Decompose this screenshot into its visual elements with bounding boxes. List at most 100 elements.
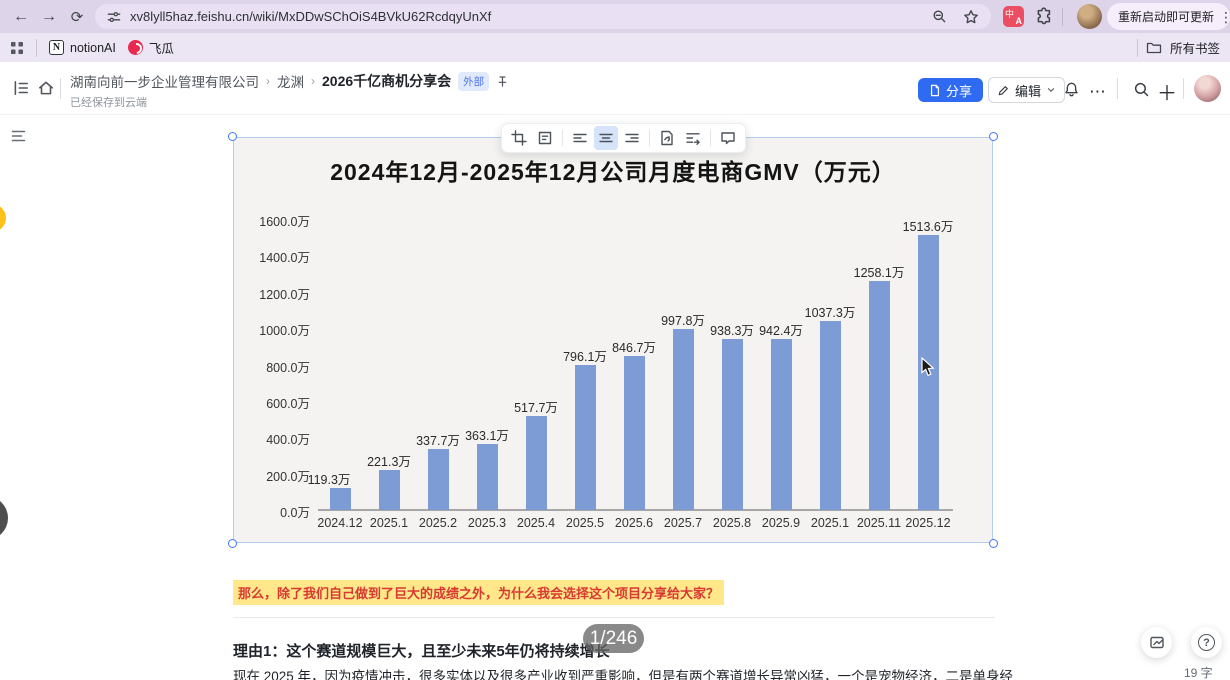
y-axis-tick: 400.0万: [266, 433, 310, 448]
feishu-header: 湖南向前一步企业管理有限公司 › 龙渊 › 2026千亿商机分享会 外部 已经保…: [0, 62, 1230, 115]
header-divider-3: [1183, 78, 1184, 99]
back-icon[interactable]: ←: [8, 4, 34, 30]
save-status: 已经保存到云端: [70, 97, 147, 109]
help-icon[interactable]: ?: [1191, 627, 1222, 658]
bar-value-label: 517.7万: [514, 400, 558, 415]
search-icon[interactable]: [1128, 76, 1154, 102]
browser-profile-avatar[interactable]: [1077, 4, 1102, 29]
bookmarks-bar: N notionAI 飞瓜 所有书签: [0, 33, 1230, 62]
folder-icon: [1146, 41, 1162, 55]
toolbar-divider: [710, 130, 711, 146]
bar-2025.4: [525, 415, 547, 510]
forward-icon[interactable]: →: [36, 4, 62, 30]
translate-extension-icon[interactable]: 中A: [1003, 6, 1024, 27]
edit-button[interactable]: 编辑: [988, 77, 1066, 103]
y-axis-tick: 1600.0万: [259, 215, 310, 229]
wiki-tree-icon[interactable]: [8, 75, 34, 101]
body-paragraph[interactable]: 现在 2025 年，因为疫情冲击，很多实体以及很多产业收到严重影响，但是有两个赛…: [233, 665, 1013, 680]
home-icon[interactable]: [33, 75, 59, 101]
plus-icon[interactable]: ＋: [1157, 77, 1177, 106]
breadcrumb-org[interactable]: 湖南向前一步企业管理有限公司: [70, 71, 259, 91]
bell-icon[interactable]: [1058, 76, 1084, 102]
dark-indicator-dot: [0, 496, 8, 540]
y-axis-tick: 600.0万: [266, 396, 310, 411]
bookmarks-divider: [36, 38, 37, 57]
bar-value-label: 363.1万: [465, 428, 509, 443]
align-right-icon[interactable]: [620, 126, 644, 150]
image-toolbar: [501, 123, 746, 153]
breadcrumb-separator: ›: [311, 74, 315, 88]
bar-value-label: 1513.6万: [902, 219, 954, 234]
browser-toolbar: ← → ⟳ xv8lyll5haz.feishu.cn/wiki/MxDDwSC…: [0, 0, 1230, 33]
link-doc-icon[interactable]: [655, 126, 679, 150]
header-divider: [60, 78, 61, 99]
y-axis-tick: 0.0万: [280, 506, 310, 520]
bar-2025.7: [672, 328, 694, 510]
resize-handle-top-left[interactable]: [228, 132, 237, 141]
x-axis-tick: 2025.12: [905, 516, 951, 530]
y-axis-tick: 800.0万: [266, 360, 310, 375]
y-axis-tick: 1200.0万: [259, 287, 310, 302]
update-button[interactable]: 重新启动即可更新 ⋮: [1107, 3, 1230, 30]
move-to-icon[interactable]: [681, 126, 705, 150]
bar-2024.12: [329, 488, 351, 510]
bookmark-star-icon[interactable]: [963, 9, 979, 25]
all-bookmarks-button[interactable]: 所有书签: [1136, 38, 1220, 57]
chart-image[interactable]: 2024年12月-2025年12月公司月度电商GMV（万元） 1600.0万 14…: [228, 132, 998, 548]
header-divider-2: [1117, 78, 1118, 99]
apps-grid-icon[interactable]: [10, 41, 24, 55]
more-icon[interactable]: ⋯: [1089, 82, 1107, 102]
section-divider: [233, 617, 995, 618]
zoom-icon[interactable]: [932, 9, 947, 24]
kebab-menu-icon[interactable]: ⋮: [1219, 10, 1230, 24]
bar-value-label: 846.7万: [612, 341, 656, 355]
address-bar[interactable]: xv8lyll5haz.feishu.cn/wiki/MxDDwSChOiS4B…: [95, 4, 991, 29]
bar-2025.1: [819, 321, 841, 510]
note-icon[interactable]: [533, 126, 557, 150]
crop-icon[interactable]: [507, 126, 531, 150]
highlighted-question[interactable]: 那么，除了我们自己做到了巨大的成绩之外，为什么我会选择这个项目分享给大家？: [233, 580, 725, 605]
toolbar-divider: [649, 130, 650, 146]
reload-icon[interactable]: ⟳: [64, 4, 90, 30]
bar-value-label: 221.3万: [367, 454, 411, 469]
page-indicator-badge: 1/246: [583, 624, 644, 653]
bookmark-feigua[interactable]: 飞瓜: [127, 38, 174, 57]
notion-icon: N: [49, 40, 64, 55]
annotate-icon[interactable]: [1141, 627, 1172, 658]
screen: ← → ⟳ xv8lyll5haz.feishu.cn/wiki/MxDDwSC…: [0, 0, 1230, 680]
breadcrumb-space[interactable]: 龙渊: [277, 71, 304, 91]
y-axis-tick: 1000.0万: [259, 324, 310, 339]
bar-2025.3: [476, 443, 498, 510]
chrome-divider: [1062, 8, 1063, 26]
site-info-icon[interactable]: [107, 10, 121, 24]
word-count: 19 字: [1184, 666, 1213, 680]
external-badge: 外部: [458, 71, 490, 91]
comment-icon[interactable]: [716, 126, 740, 150]
align-left-icon[interactable]: [568, 126, 592, 150]
resize-handle-top-right[interactable]: [989, 132, 998, 141]
pin-icon[interactable]: [496, 75, 509, 88]
bar-2025.2: [427, 448, 449, 510]
share-button[interactable]: 分享: [918, 78, 984, 102]
resize-handle-bottom-left[interactable]: [228, 539, 237, 548]
outline-icon[interactable]: [10, 128, 27, 149]
bar-2025.1: [378, 469, 400, 510]
reason-heading[interactable]: 理由1：这个赛道规模巨大，且至少未来5年仍将持续增长: [233, 640, 610, 661]
user-avatar[interactable]: [1194, 75, 1221, 102]
bookmark-notionai[interactable]: N notionAI: [49, 40, 116, 55]
bar-2025.11: [868, 281, 890, 510]
breadcrumb-page-title: 2026千亿商机分享会: [322, 73, 452, 89]
pencil-icon: [997, 84, 1010, 97]
breadcrumb-separator: ›: [266, 74, 270, 88]
extensions-puzzle-icon[interactable]: [1035, 7, 1053, 25]
resize-handle-bottom-right[interactable]: [989, 539, 998, 548]
align-center-icon[interactable]: [594, 126, 618, 150]
bookmarks-right-divider: [1136, 38, 1138, 57]
bar-value-label: 1037.3万: [804, 306, 856, 321]
bar-2025.8: [721, 339, 743, 510]
bar-2025.5: [574, 365, 596, 510]
toolbar-divider: [562, 130, 563, 146]
bar-value-label: 942.4万: [759, 323, 803, 338]
yellow-indicator-dot: [0, 204, 6, 232]
chart-title: 2024年12月-2025年12月公司月度电商GMV（万元）: [330, 159, 896, 185]
